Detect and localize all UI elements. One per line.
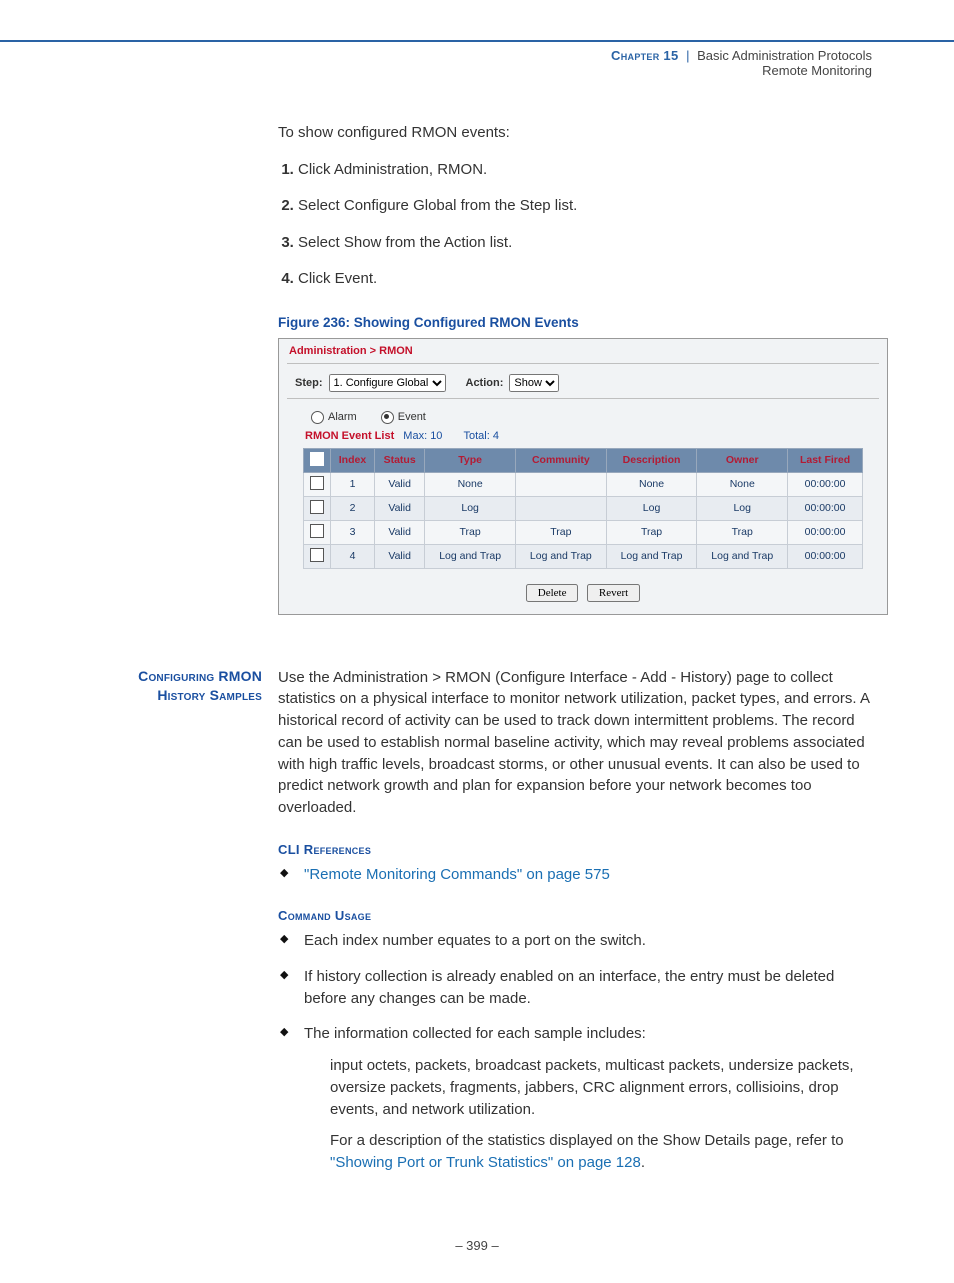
- table-header-row: Index Status Type Community Description …: [304, 448, 863, 472]
- step-4: Click Event.: [298, 268, 872, 291]
- steps-list: Click Administration, RMON. Select Confi…: [278, 159, 872, 291]
- cli-reference-link[interactable]: "Remote Monitoring Commands" on page 575: [304, 866, 610, 883]
- row-checkbox[interactable]: [310, 476, 324, 490]
- stats-link[interactable]: "Showing Port or Trunk Statistics" on pa…: [330, 1154, 641, 1171]
- table-row: 4 Valid Log and Trap Log and Trap Log an…: [304, 544, 863, 568]
- button-bar: Delete Revert: [287, 577, 879, 602]
- running-header: Chapter 15 | Basic Administration Protoc…: [0, 42, 954, 82]
- col-status: Status: [374, 448, 424, 472]
- cli-reference-link-item: "Remote Monitoring Commands" on page 575: [278, 864, 872, 886]
- header-separator: |: [682, 48, 693, 63]
- col-index: Index: [331, 448, 375, 472]
- cli-references-heading: CLI References: [278, 841, 872, 860]
- step-1: Click Administration, RMON.: [298, 159, 872, 182]
- row-checkbox[interactable]: [310, 524, 324, 538]
- step-action-row: Step: 1. Configure Global Action: Show: [287, 372, 879, 394]
- step-label: Step:: [295, 377, 323, 389]
- table-row: 3 Valid Trap Trap Trap Trap 00:00:00: [304, 520, 863, 544]
- command-usage-heading: Command Usage: [278, 907, 872, 926]
- list-total: Total: 4: [446, 430, 499, 442]
- header-title-2: Remote Monitoring: [762, 63, 872, 78]
- revert-button[interactable]: Revert: [587, 584, 640, 602]
- page-number: – 399 –: [0, 1238, 954, 1253]
- intro-text: To show configured RMON events:: [278, 122, 872, 145]
- table-row: 1 Valid None None None 00:00:00: [304, 472, 863, 496]
- figure-caption: Figure 236: Showing Configured RMON Even…: [278, 315, 872, 330]
- usage-item: The information collected for each sampl…: [278, 1023, 872, 1174]
- breadcrumb: Administration > RMON: [289, 345, 879, 357]
- col-last-fired: Last Fired: [788, 448, 863, 472]
- step-3: Select Show from the Action list.: [298, 232, 872, 255]
- step-2: Select Configure Global from the Step li…: [298, 195, 872, 218]
- rmon-event-table: Index Status Type Community Description …: [303, 448, 863, 569]
- event-label: Event: [398, 411, 426, 423]
- side-heading: Configuring RMON History Samples: [0, 667, 278, 706]
- col-owner: Owner: [697, 448, 788, 472]
- header-title-1: Basic Administration Protocols: [697, 48, 872, 63]
- select-all-checkbox[interactable]: [310, 452, 324, 466]
- col-community: Community: [515, 448, 606, 472]
- delete-button[interactable]: Delete: [526, 584, 579, 602]
- alarm-radio[interactable]: [311, 411, 324, 424]
- usage-item: If history collection is already enabled…: [278, 966, 872, 1010]
- table-row: 2 Valid Log Log Log 00:00:00: [304, 496, 863, 520]
- list-title: RMON Event List: [305, 430, 394, 442]
- row-checkbox[interactable]: [310, 500, 324, 514]
- col-checkbox: [304, 448, 331, 472]
- row-checkbox[interactable]: [310, 548, 324, 562]
- step-select[interactable]: 1. Configure Global: [329, 374, 446, 392]
- action-label: Action:: [466, 377, 504, 389]
- col-description: Description: [606, 448, 697, 472]
- alarm-label: Alarm: [328, 411, 357, 423]
- list-caption: RMON Event List Max: 10 Total: 4: [287, 428, 879, 446]
- action-select[interactable]: Show: [509, 374, 559, 392]
- usage-sub-1: input octets, packets, broadcast packets…: [330, 1055, 872, 1120]
- list-max: Max: 10: [397, 430, 442, 442]
- section-paragraph: Use the Administration > RMON (Configure…: [278, 667, 872, 819]
- rmon-ui-panel: Administration > RMON Step: 1. Configure…: [278, 338, 888, 615]
- radio-row: Alarm Event: [287, 407, 879, 428]
- usage-item: Each index number equates to a port on t…: [278, 930, 872, 952]
- col-type: Type: [425, 448, 516, 472]
- usage-sub-2: For a description of the statistics disp…: [330, 1130, 872, 1174]
- chapter-label: Chapter 15: [611, 48, 678, 63]
- event-radio[interactable]: [381, 411, 394, 424]
